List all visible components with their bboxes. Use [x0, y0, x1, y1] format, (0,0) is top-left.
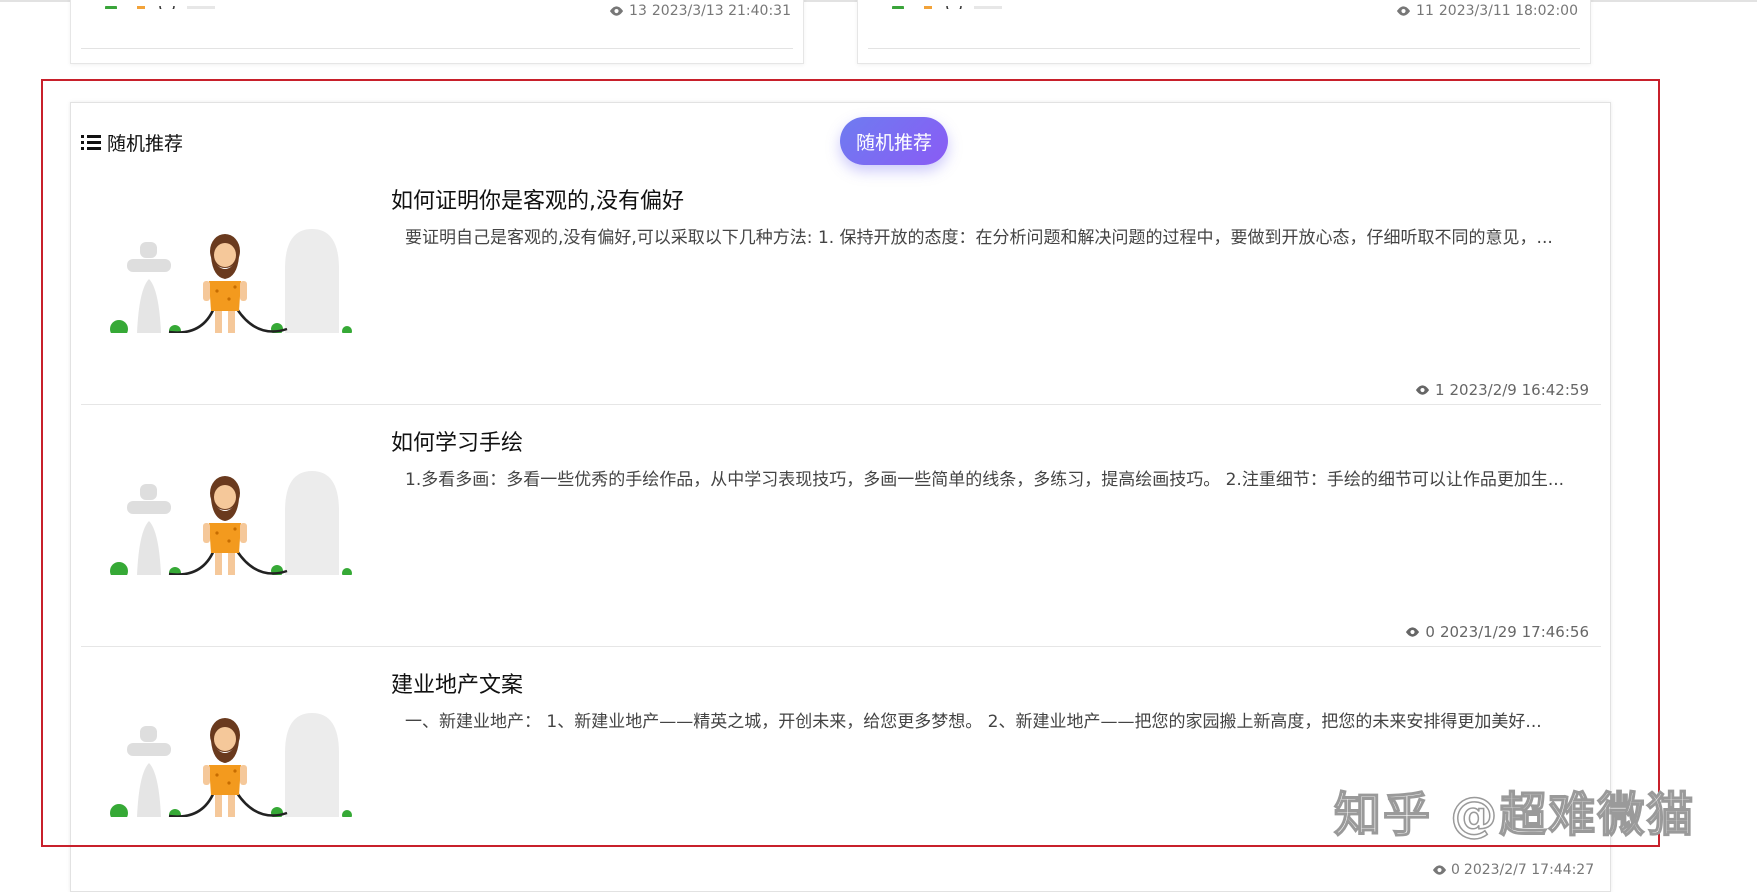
article-card-top-right[interactable]: 11 2023/3/11 18:02:00	[857, 0, 1591, 64]
caveman-illustration	[110, 713, 352, 817]
article-title[interactable]: 如何证明你是客观的,没有偏好	[391, 183, 684, 215]
article-meta: 0 2023/1/29 17:46:56	[1405, 623, 1589, 641]
eye-icon	[1432, 865, 1447, 875]
random-recommend-button[interactable]: 随机推荐	[840, 117, 948, 165]
article-item[interactable]: 建业地产文案 一、新建业地产： 1、新建业地产——精英之城，开创未来，给您更多梦…	[81, 647, 1601, 889]
caveman-illustration	[110, 229, 352, 333]
article-excerpt: 1.多看多画：多看一些优秀的手绘作品，从中学习表现技巧，多画一些简单的线条，多练…	[405, 470, 1565, 490]
article-meta: 1 2023/2/9 16:42:59	[1415, 381, 1589, 399]
article-item[interactable]: 如何学习手绘 1.多看多画：多看一些优秀的手绘作品，从中学习表现技巧，多画一些简…	[81, 405, 1601, 647]
article-title[interactable]: 建业地产文案	[391, 667, 523, 699]
thumbnail-partial	[97, 0, 217, 9]
post-date: 2023/2/9 16:42:59	[1449, 381, 1589, 399]
article-excerpt: 一、新建业地产： 1、新建业地产——精英之城，开创未来，给您更多梦想。 2、新建…	[405, 712, 1542, 732]
divider	[81, 48, 793, 49]
article-card-top-left[interactable]: 13 2023/3/13 21:40:31	[70, 0, 804, 64]
panel-heading-label: 随机推荐	[107, 133, 184, 155]
panel-heading: 随机推荐	[81, 129, 183, 156]
article-meta: 13 2023/3/13 21:40:31	[609, 3, 791, 19]
article-excerpt: 要证明自己是客观的,没有偏好,可以采取以下几种方法: 1. 保持开放的态度：在分…	[405, 228, 1553, 248]
eye-icon	[1396, 6, 1411, 16]
watermark: 知乎 @超难微猫	[1333, 787, 1696, 844]
eye-icon	[1406, 627, 1420, 637]
eye-icon	[1415, 385, 1429, 395]
divider	[868, 48, 1580, 49]
random-recommend-panel: 随机推荐 随机推荐 如何证明你是客观的,没有偏好 要证明自己是客观的,没有偏好,…	[70, 102, 1611, 892]
view-count: 1	[1434, 381, 1445, 399]
post-date: 2023/3/11 18:02:00	[1438, 3, 1578, 19]
list-icon	[81, 135, 101, 150]
article-item[interactable]: 如何证明你是客观的,没有偏好 要证明自己是客观的,没有偏好,可以采取以下几种方法…	[81, 163, 1601, 405]
thumbnail-partial	[884, 0, 1004, 9]
eye-icon	[609, 6, 624, 16]
view-count: 0	[1425, 623, 1435, 641]
article-meta: 11 2023/3/11 18:02:00	[1396, 3, 1578, 19]
view-count: 13	[629, 3, 647, 19]
article-title[interactable]: 如何学习手绘	[391, 425, 523, 457]
view-count: 11	[1416, 3, 1434, 19]
post-date: 2023/1/29 17:46:56	[1439, 623, 1589, 641]
post-date: 2023/3/13 21:40:31	[651, 3, 791, 19]
caveman-illustration	[110, 471, 352, 575]
